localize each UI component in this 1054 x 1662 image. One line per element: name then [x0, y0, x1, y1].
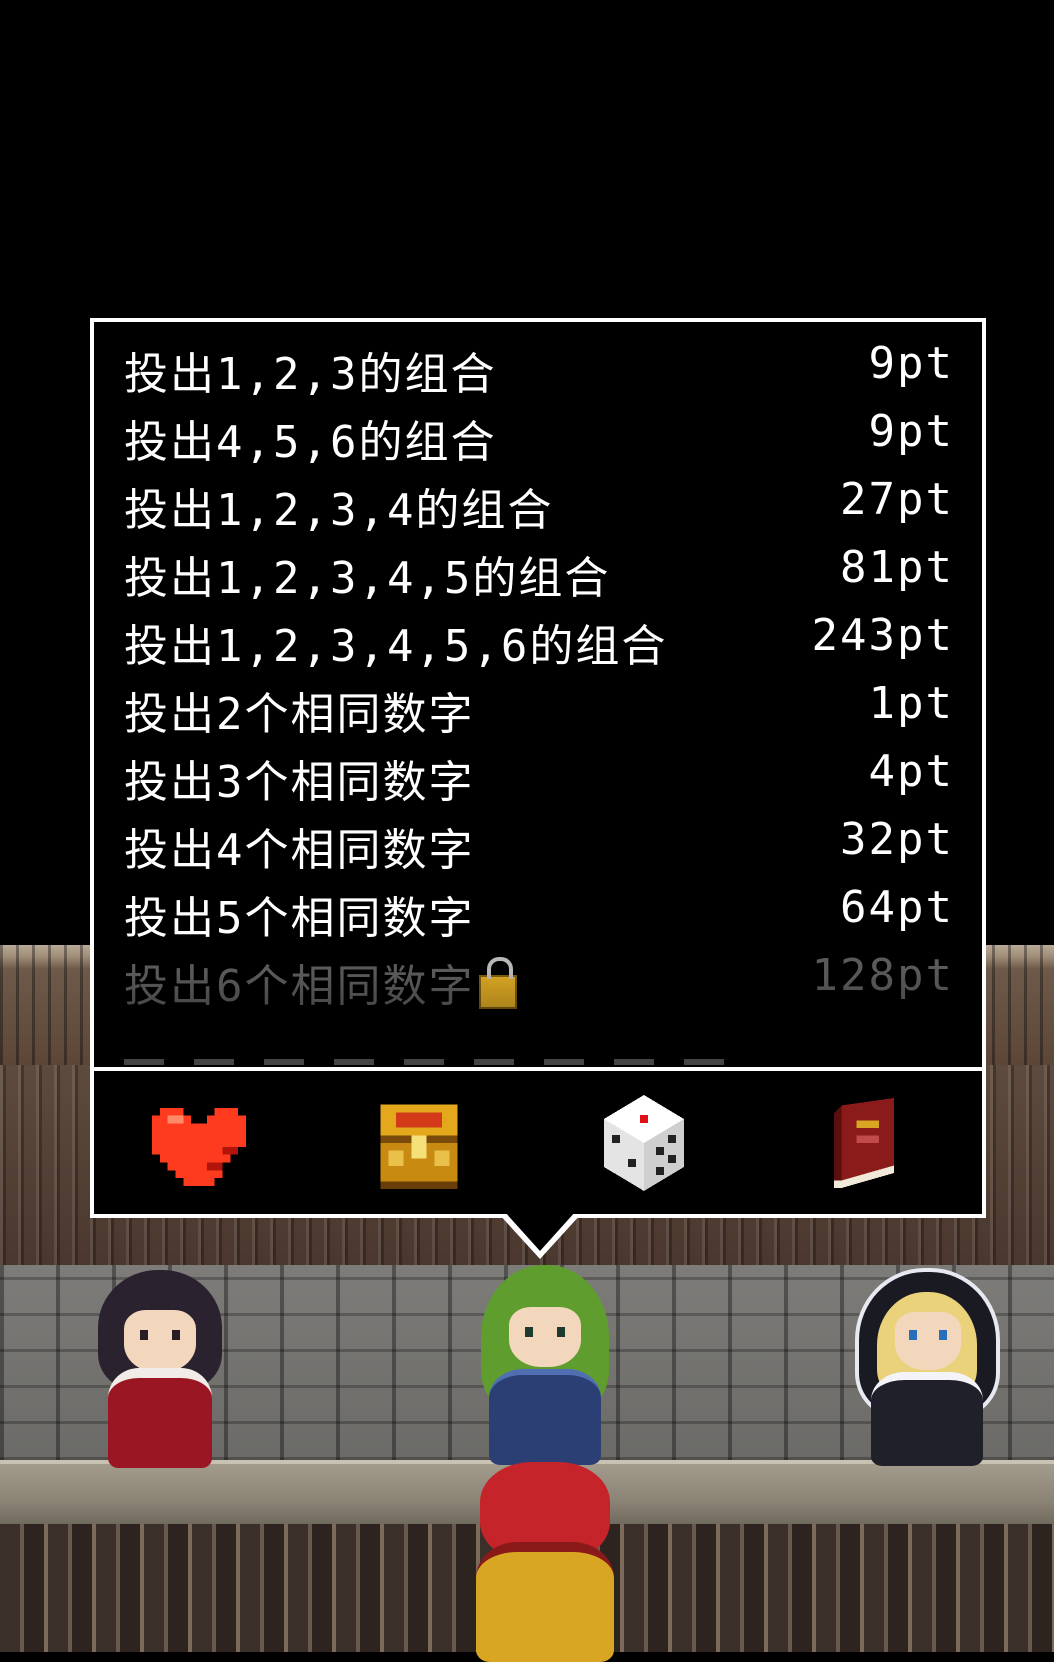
treasure-chest-icon: [380, 1104, 458, 1189]
speech-tail-inner: [504, 1211, 576, 1251]
row-label: 投出1,2,3,4的组合: [124, 485, 554, 536]
next-row-peek: [124, 1059, 744, 1065]
row-points: 9pt: [868, 406, 954, 457]
list-item[interactable]: 投出2个相同数字 1pt: [94, 672, 982, 740]
list-item[interactable]: 投出5个相同数字 64pt: [94, 876, 982, 944]
row-label: 投出2个相同数字: [124, 689, 475, 740]
dice-icon: [604, 1095, 684, 1191]
character-green-haired-girl[interactable]: [475, 1265, 615, 1465]
treasure-chest-button[interactable]: [369, 1093, 469, 1193]
list-item[interactable]: 投出1,2,3,4的组合 27pt: [94, 468, 982, 536]
row-label: 投出4个相同数字: [124, 825, 475, 876]
list-item[interactable]: 投出4个相同数字 32pt: [94, 808, 982, 876]
row-points: 32pt: [840, 814, 954, 865]
row-points: 1pt: [868, 678, 954, 729]
score-list[interactable]: 投出1,2,3的组合 9pt 投出4,5,6的组合 9pt 投出1,2,3,4的…: [94, 322, 982, 1067]
heart-icon: [152, 1107, 246, 1186]
list-item[interactable]: 投出4,5,6的组合 9pt: [94, 400, 982, 468]
row-points: 64pt: [840, 882, 954, 933]
score-table-panel: 投出1,2,3的组合 9pt 投出4,5,6的组合 9pt 投出1,2,3,4的…: [90, 318, 986, 1218]
book-icon: [834, 1098, 894, 1188]
row-label: 投出5个相同数字: [124, 893, 475, 944]
character-dark-haired-girl[interactable]: [90, 1270, 230, 1468]
list-item[interactable]: 投出1,2,3,4,5,6的组合 243pt: [94, 604, 982, 672]
character-player-red-hat: [470, 1462, 620, 1662]
row-label: 投出1,2,3,4,5,6的组合: [124, 621, 668, 672]
dice-button[interactable]: [594, 1093, 694, 1193]
row-label: 投出1,2,3,4,5的组合: [124, 553, 611, 604]
list-item[interactable]: 投出1,2,3的组合 9pt: [94, 332, 982, 400]
row-label: 投出4,5,6的组合: [124, 417, 497, 468]
list-item[interactable]: 投出1,2,3,4,5的组合 81pt: [94, 536, 982, 604]
list-fade-overlay: [94, 972, 982, 1067]
row-points: 243pt: [811, 610, 954, 661]
row-points: 27pt: [840, 474, 954, 525]
row-label: 投出1,2,3的组合: [124, 349, 497, 400]
character-blonde-nun[interactable]: [855, 1268, 1000, 1466]
book-button[interactable]: [814, 1093, 914, 1193]
toolbar: [94, 1071, 982, 1214]
row-points: 9pt: [868, 338, 954, 389]
row-points: 81pt: [840, 542, 954, 593]
list-item[interactable]: 投出3个相同数字 4pt: [94, 740, 982, 808]
heart-button[interactable]: [149, 1093, 249, 1193]
row-label: 投出3个相同数字: [124, 757, 475, 808]
row-points: 4pt: [868, 746, 954, 797]
